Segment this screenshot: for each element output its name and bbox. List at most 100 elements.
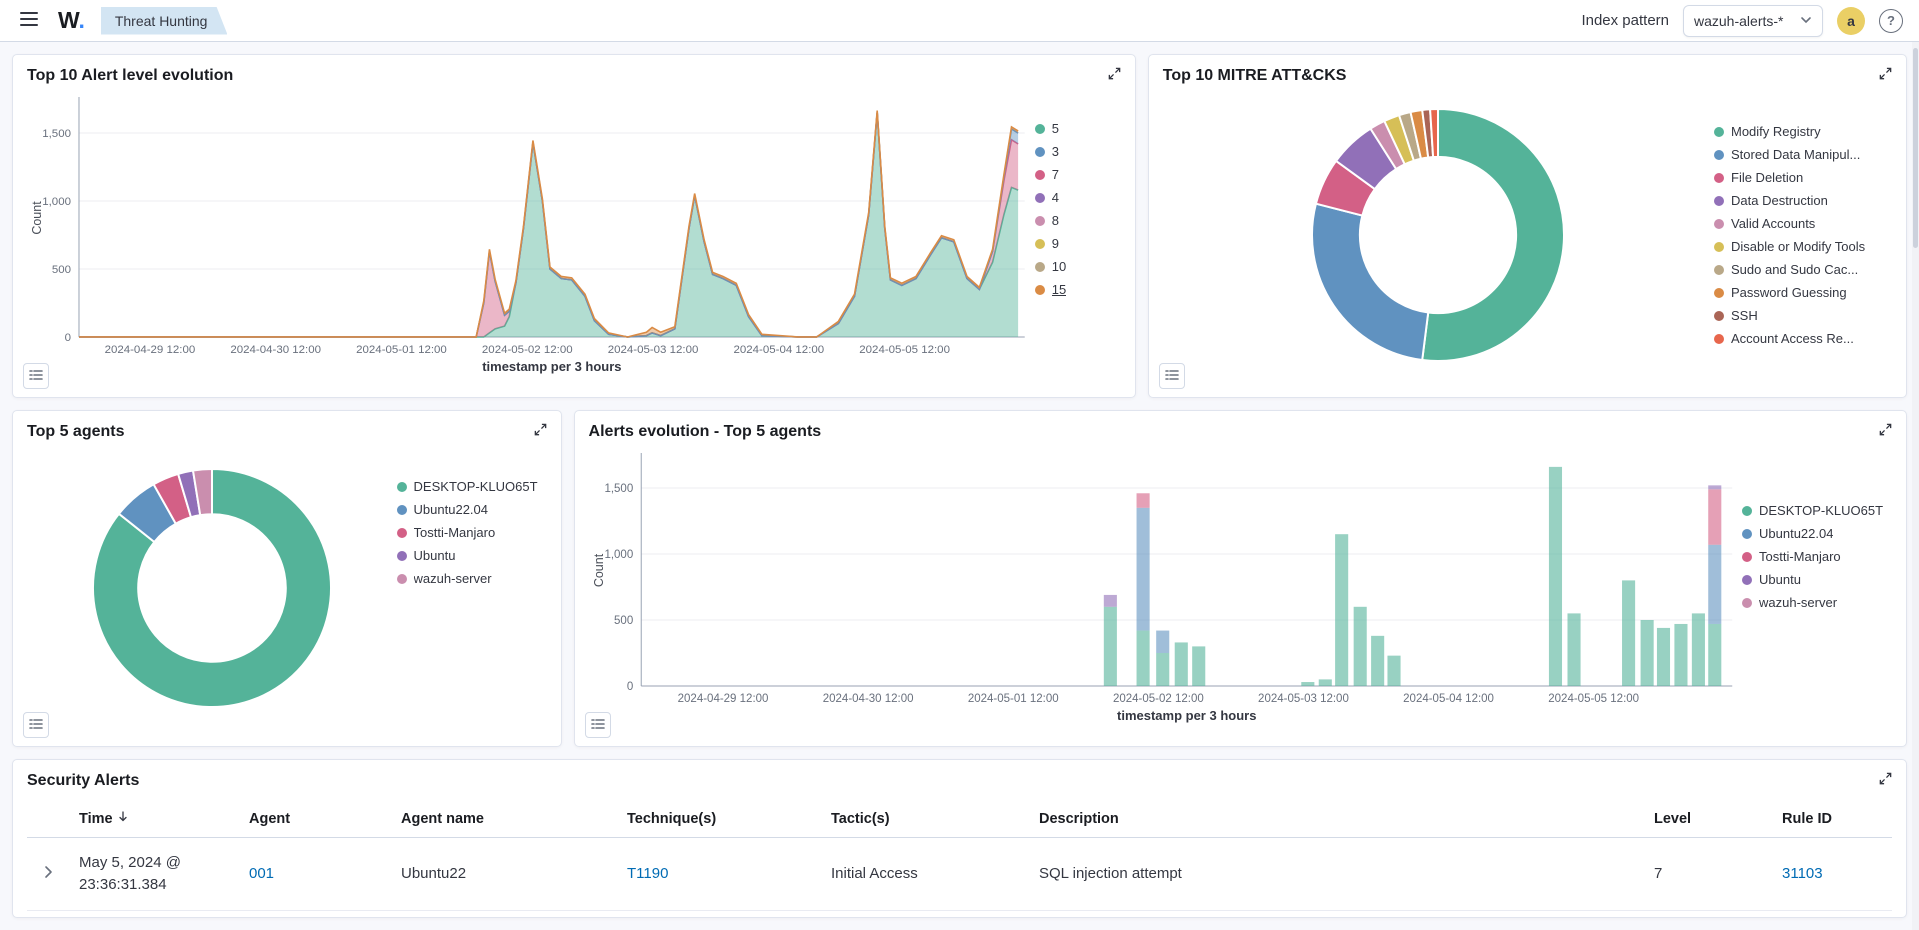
- svg-text:1,500: 1,500: [42, 128, 71, 140]
- bar-segment[interactable]: [1708, 489, 1721, 544]
- legend-item[interactable]: DESKTOP-KLUO65T: [1742, 503, 1892, 518]
- legend-item[interactable]: 7: [1035, 167, 1121, 182]
- avatar[interactable]: a: [1837, 7, 1865, 35]
- wazuh-logo[interactable]: W.: [58, 7, 85, 34]
- col-header-tactics[interactable]: Tactic(s): [823, 801, 1031, 837]
- legend-item[interactable]: Ubuntu22.04: [1742, 526, 1892, 541]
- legend-label: Sudo and Sudo Cac...: [1731, 262, 1858, 277]
- legend-item[interactable]: 15: [1035, 282, 1121, 297]
- scrollbar-thumb[interactable]: [1913, 48, 1918, 248]
- svg-text:2024-05-02 12:00: 2024-05-02 12:00: [1113, 693, 1204, 705]
- legend-toggle-button[interactable]: [585, 712, 611, 738]
- legend-toggle-button[interactable]: [23, 712, 49, 738]
- technique-link[interactable]: T1190: [627, 865, 668, 882]
- bar-segment[interactable]: [1335, 534, 1348, 686]
- expand-panel-icon[interactable]: [1104, 63, 1125, 87]
- bar-segment[interactable]: [1156, 631, 1169, 653]
- expand-panel-icon[interactable]: [530, 419, 551, 443]
- legend-swatch: [397, 482, 407, 492]
- bar-segment[interactable]: [1192, 646, 1205, 686]
- legend-label: Stored Data Manipul...: [1731, 147, 1860, 162]
- legend-item[interactable]: 3: [1035, 144, 1121, 159]
- bar-segment[interactable]: [1318, 679, 1331, 686]
- svg-text:2024-05-01 12:00: 2024-05-01 12:00: [356, 344, 447, 356]
- agent-link[interactable]: 001: [249, 865, 274, 882]
- bar-segment[interactable]: [1353, 607, 1366, 686]
- legend-item[interactable]: wazuh-server: [1742, 595, 1892, 610]
- legend-swatch: [1714, 196, 1724, 206]
- legend-item[interactable]: 5: [1035, 121, 1121, 136]
- bar-segment[interactable]: [1371, 636, 1384, 686]
- table-header-row: Time Agent Agent name Technique(s) Tacti…: [27, 800, 1892, 838]
- bar-segment[interactable]: [1301, 682, 1314, 686]
- bar-segment[interactable]: [1708, 545, 1721, 624]
- legend-item[interactable]: Tostti-Manjaro: [397, 525, 547, 540]
- legend-toggle-button[interactable]: [1159, 363, 1185, 389]
- expand-panel-icon[interactable]: [1875, 419, 1896, 443]
- bar-segment[interactable]: [1567, 613, 1580, 686]
- breadcrumb[interactable]: Threat Hunting: [101, 7, 228, 35]
- legend-item[interactable]: Disable or Modify Tools: [1714, 239, 1892, 254]
- legend-item[interactable]: File Deletion: [1714, 170, 1892, 185]
- legend-label: Valid Accounts: [1731, 216, 1815, 231]
- bar-segment[interactable]: [1691, 613, 1704, 686]
- col-header-time[interactable]: Time: [71, 800, 241, 837]
- chevron-right-icon: [43, 865, 54, 882]
- expand-row-button[interactable]: [35, 861, 62, 886]
- bar-segment[interactable]: [1640, 620, 1653, 686]
- panel-title-mitre: Top 10 MITRE ATT&CKS: [1163, 67, 1347, 85]
- rule-id-link[interactable]: 31103: [1782, 865, 1823, 882]
- bar-segment[interactable]: [1174, 642, 1187, 686]
- bar-segment[interactable]: [1674, 624, 1687, 686]
- legend-toggle-button[interactable]: [23, 363, 49, 389]
- bar-segment[interactable]: [1708, 485, 1721, 489]
- legend-item[interactable]: Ubuntu: [1742, 572, 1892, 587]
- legend-item[interactable]: Stored Data Manipul...: [1714, 147, 1892, 162]
- col-header-level[interactable]: Level: [1646, 801, 1774, 837]
- col-header-description[interactable]: Description: [1031, 801, 1646, 837]
- legend-item[interactable]: Password Guessing: [1714, 285, 1892, 300]
- help-button[interactable]: ?: [1879, 9, 1903, 33]
- index-pattern-select[interactable]: wazuh-alerts-*: [1683, 5, 1823, 37]
- legend-item[interactable]: Ubuntu: [397, 548, 547, 563]
- bar-segment[interactable]: [1622, 580, 1635, 686]
- expand-panel-icon[interactable]: [1875, 63, 1896, 87]
- legend-item[interactable]: Modify Registry: [1714, 124, 1892, 139]
- legend-item[interactable]: SSH: [1714, 308, 1892, 323]
- area-series-5[interactable]: [79, 113, 1018, 337]
- legend-item[interactable]: Tostti-Manjaro: [1742, 549, 1892, 564]
- legend-item[interactable]: Valid Accounts: [1714, 216, 1892, 231]
- bar-segment[interactable]: [1136, 493, 1149, 508]
- bar-segment[interactable]: [1103, 607, 1116, 686]
- legend-swatch: [1035, 124, 1045, 134]
- donut-slice[interactable]: [1312, 204, 1428, 360]
- expand-panel-icon[interactable]: [1875, 768, 1896, 792]
- legend-item[interactable]: Sudo and Sudo Cac...: [1714, 262, 1892, 277]
- bar-segment[interactable]: [1103, 595, 1116, 607]
- bar-segment[interactable]: [1156, 653, 1169, 686]
- legend-item[interactable]: Account Access Re...: [1714, 331, 1892, 346]
- menu-button[interactable]: [16, 7, 42, 34]
- bar-segment[interactable]: [1708, 624, 1721, 686]
- bar-segment[interactable]: [1548, 467, 1561, 686]
- legend-item[interactable]: DESKTOP-KLUO65T: [397, 479, 547, 494]
- legend-item[interactable]: 9: [1035, 236, 1121, 251]
- legend-swatch: [1714, 173, 1724, 183]
- legend-item[interactable]: 8: [1035, 213, 1121, 228]
- donut-slice[interactable]: [1423, 109, 1565, 361]
- legend-item[interactable]: wazuh-server: [397, 571, 547, 586]
- legend-item[interactable]: Ubuntu22.04: [397, 502, 547, 517]
- scrollbar[interactable]: [1912, 42, 1919, 930]
- legend-swatch: [397, 574, 407, 584]
- legend-item[interactable]: 4: [1035, 190, 1121, 205]
- bar-segment[interactable]: [1136, 631, 1149, 686]
- bar-segment[interactable]: [1387, 656, 1400, 686]
- col-header-rule-id[interactable]: Rule ID: [1774, 801, 1892, 837]
- legend-item[interactable]: Data Destruction: [1714, 193, 1892, 208]
- bar-segment[interactable]: [1136, 508, 1149, 631]
- col-header-techniques[interactable]: Technique(s): [619, 801, 823, 837]
- col-header-agent[interactable]: Agent: [241, 801, 393, 837]
- bar-segment[interactable]: [1656, 628, 1669, 686]
- legend-item[interactable]: 10: [1035, 259, 1121, 274]
- col-header-agent-name[interactable]: Agent name: [393, 801, 619, 837]
